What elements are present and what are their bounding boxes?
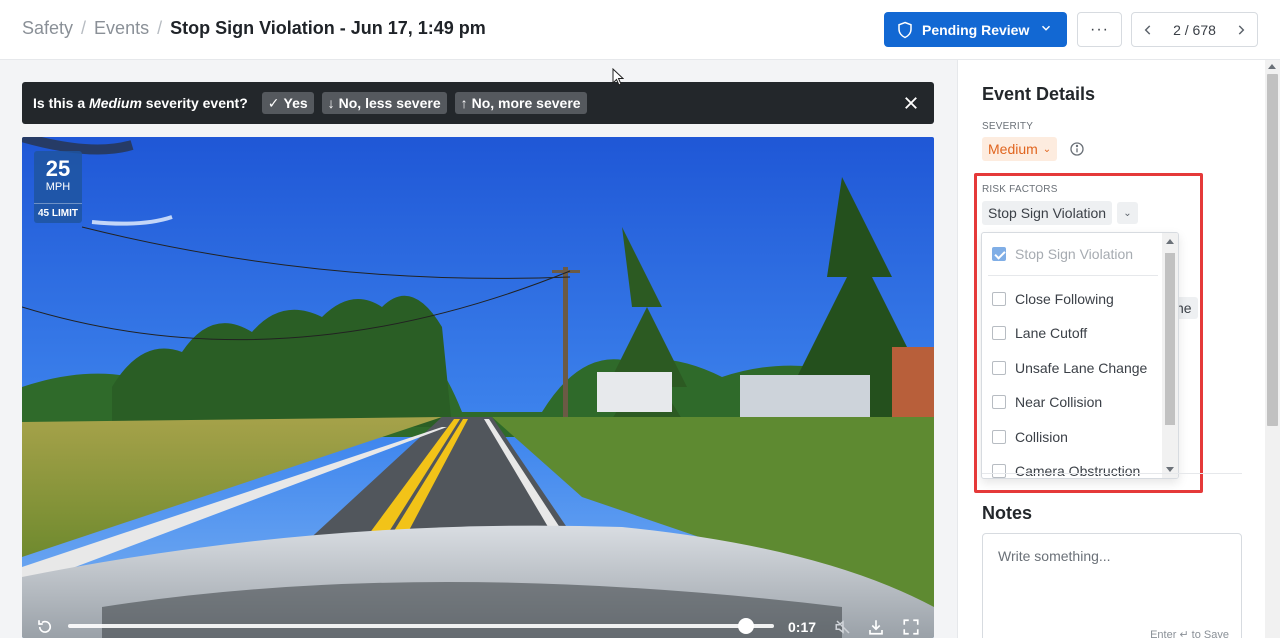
severity-value: Medium [988,141,1038,157]
more-options-button[interactable]: ··· [1077,12,1122,47]
chevron-right-icon [1238,24,1245,35]
speed-unit: MPH [45,181,71,193]
scroll-down-arrow-icon[interactable] [1166,467,1174,472]
mouse-cursor-icon [612,68,624,86]
muted-speaker-icon[interactable] [834,618,852,636]
chevron-down-icon: ⌄ [1042,143,1052,155]
risk-factors-toggle[interactable]: ⌄ [1117,202,1138,224]
risk-factors-dropdown: Stop Sign Violation Close Following Lane… [981,232,1179,479]
scroll-up-arrow-icon[interactable] [1166,239,1174,244]
dropdown-option-close-following[interactable]: Close Following [982,284,1162,314]
pending-review-label: Pending Review [922,21,1030,38]
dropdown-scroll-thumb[interactable] [1165,253,1175,425]
arrow-down-icon: ↓ [327,95,335,111]
section-divider [982,473,1242,474]
fullscreen-icon[interactable] [902,618,920,636]
severity-prompt-bar: Is this a Medium severity event? ✓ Yes ↓ N… [22,82,934,124]
severity-prompt-text: Is this a Medium severity event? [33,95,248,111]
severity-dropdown[interactable]: Medium ⌄ [982,137,1058,161]
top-header: Safety / Events / Stop Sign Violation - … [0,0,1280,60]
checkbox [992,247,1006,261]
breadcrumb: Safety / Events / Stop Sign Violation - … [22,18,486,39]
speed-overlay: 25 MPH 45 LIMIT [34,151,82,223]
checkbox[interactable] [992,395,1006,409]
close-icon[interactable] [902,94,920,112]
scroll-up-arrow-icon[interactable] [1268,64,1276,69]
video-pane: Is this a Medium severity event? ✓ Yes ↓ N… [0,60,957,638]
notes-input[interactable] [983,534,1241,638]
chevron-down-icon: ⌄ [1123,207,1132,219]
next-event-button[interactable] [1225,13,1257,46]
notes-save-hint: Enter ↵ to Save [1150,629,1229,638]
previous-event-button[interactable] [1132,13,1164,46]
dropdown-option-near-collision[interactable]: Near Collision [982,387,1162,417]
dropdown-divider [988,275,1158,276]
video-time: 0:17 [788,619,817,635]
page-scrollbar[interactable] [1265,60,1280,638]
pager-count: 2 / 678 [1173,21,1216,38]
severity-label: SEVERITY [982,121,1034,132]
dropdown-option-camera-obstruction[interactable]: Camera Obstruction [982,456,1162,478]
dropdown-option-lane-cutoff[interactable]: Lane Cutoff [982,318,1162,348]
video-progress-bar[interactable] [68,624,774,628]
event-details-title: Event Details [982,84,1096,104]
arrow-up-icon: ↑ [460,95,468,111]
dropdown-scrollbar[interactable] [1162,233,1178,478]
pending-review-button[interactable]: Pending Review [884,12,1067,47]
dashcam-video[interactable]: 25 MPH 45 LIMIT 0:17 [22,137,934,638]
prompt-more-severe-button[interactable]: ↑ No, more severe [454,92,587,114]
checkbox[interactable] [992,464,1006,478]
chevron-down-icon [1041,25,1051,31]
video-progress-knob[interactable] [737,618,754,634]
breadcrumb-events[interactable]: Events [94,18,149,39]
info-icon[interactable] [1069,141,1085,157]
replay-icon[interactable] [36,618,54,636]
chevron-left-icon [1144,24,1151,35]
page-scroll-thumb[interactable] [1267,74,1278,426]
check-icon: ✓ [267,94,280,111]
dropdown-option-stop-sign-violation: Stop Sign Violation [982,239,1162,269]
prompt-less-severe-button[interactable]: ↓ No, less severe [321,92,447,114]
notes-title: Notes [982,503,1033,523]
page-title: Stop Sign Violation - Jun 17, 1:49 pm [170,18,486,38]
dropdown-option-unsafe-lane-change[interactable]: Unsafe Lane Change [982,353,1162,383]
dashcam-frame [22,137,934,638]
risk-factor-chip[interactable]: Stop Sign Violation [982,201,1113,225]
checkbox[interactable] [992,292,1006,306]
breadcrumb-safety[interactable]: Safety [22,18,73,39]
checkbox[interactable] [992,326,1006,340]
notes-field-container: Enter ↵ to Save [982,533,1242,638]
checkbox[interactable] [992,361,1006,375]
event-details-panel: Event Details SEVERITY Medium ⌄ RISK FAC… [957,60,1280,638]
speed-limit: 45 LIMIT [34,203,82,219]
checkbox[interactable] [992,430,1006,444]
dropdown-option-collision[interactable]: Collision [982,422,1162,452]
prompt-yes-button[interactable]: ✓ Yes [261,92,314,114]
shield-icon [898,21,912,38]
breadcrumb-separator: / [157,18,163,38]
download-icon[interactable] [867,618,885,636]
risk-factors-label: RISK FACTORS [982,184,1058,195]
breadcrumb-separator: / [81,18,87,38]
event-pager: 2 / 678 [1131,12,1258,47]
speed-value: 25 [45,156,71,181]
